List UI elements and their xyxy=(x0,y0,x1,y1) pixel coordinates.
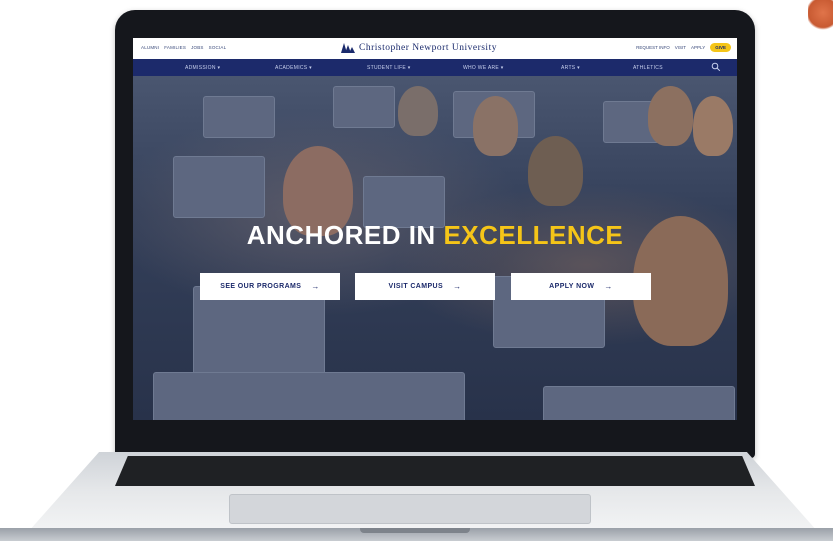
hero-banner: ANCHORED IN EXCELLENCE SEE OUR PROGRAMS … xyxy=(133,76,737,420)
utility-right-links: REQUEST INFO VISIT APPLY GIVE xyxy=(636,43,731,52)
util-link-jobs[interactable]: JOBS xyxy=(191,45,204,50)
headline-part-2: EXCELLENCE xyxy=(443,220,624,250)
apply-now-button[interactable]: APPLY NOW → xyxy=(511,273,651,300)
utility-bar: ALUMNI FAMILIES JOBS SOCIAL Christopher … xyxy=(133,38,737,59)
student-photo xyxy=(528,136,583,206)
nav-item-student-life[interactable]: STUDENT LIFE ▾ xyxy=(367,65,411,71)
background-hand xyxy=(808,0,833,32)
nav-item-arts[interactable]: ARTS ▾ xyxy=(561,65,580,71)
util-link-families[interactable]: FAMILIES xyxy=(164,45,186,50)
see-programs-button[interactable]: SEE OUR PROGRAMS → xyxy=(200,273,340,300)
brand-name: Christopher Newport University xyxy=(359,42,497,53)
give-button[interactable]: GIVE xyxy=(710,43,731,52)
search-icon[interactable] xyxy=(711,62,721,72)
brand-logo-link[interactable]: Christopher Newport University xyxy=(341,42,497,53)
nav-item-athletics[interactable]: ATHLETICS xyxy=(633,65,663,71)
student-photo xyxy=(648,86,693,146)
cta-label: APPLY NOW xyxy=(549,283,595,290)
background-monitor xyxy=(333,86,395,128)
student-photo xyxy=(693,96,733,156)
util-link-alumni[interactable]: ALUMNI xyxy=(141,45,159,50)
headline-part-1: ANCHORED IN xyxy=(246,220,436,250)
arrow-right-icon: → xyxy=(604,282,613,291)
nav-item-academics[interactable]: ACADEMICS ▾ xyxy=(275,65,312,71)
student-photo xyxy=(473,96,518,156)
arrow-right-icon: → xyxy=(453,282,462,291)
nav-item-who-we-are[interactable]: WHO WE ARE ▾ xyxy=(463,65,504,71)
browser-screen: ALUMNI FAMILIES JOBS SOCIAL Christopher … xyxy=(133,38,737,420)
util-link-social[interactable]: SOCIAL xyxy=(209,45,227,50)
student-photo xyxy=(398,86,438,136)
hero-headline: ANCHORED IN EXCELLENCE xyxy=(133,220,737,251)
visit-campus-button[interactable]: VISIT CAMPUS → xyxy=(355,273,495,300)
util-link-visit[interactable]: VISIT xyxy=(675,45,686,50)
foreground-monitor xyxy=(543,386,735,420)
laptop-notch xyxy=(360,528,470,533)
background-monitor xyxy=(173,156,265,218)
main-navigation: ADMISSION ▾ ACADEMICS ▾ STUDENT LIFE ▾ W… xyxy=(133,59,737,76)
cta-label: SEE OUR PROGRAMS xyxy=(220,283,302,290)
laptop-keyboard xyxy=(115,456,755,486)
arrow-right-icon: → xyxy=(311,282,320,291)
cta-label: VISIT CAMPUS xyxy=(388,283,444,290)
util-link-apply[interactable]: APPLY xyxy=(691,45,705,50)
sail-logo-icon xyxy=(341,42,355,53)
util-link-request-info[interactable]: REQUEST INFO xyxy=(636,45,670,50)
background-monitor xyxy=(203,96,275,138)
foreground-monitor xyxy=(153,372,465,420)
utility-links: ALUMNI FAMILIES JOBS SOCIAL xyxy=(141,45,226,50)
nav-item-admission[interactable]: ADMISSION ▾ xyxy=(185,65,220,71)
laptop-trackpad xyxy=(229,494,591,524)
